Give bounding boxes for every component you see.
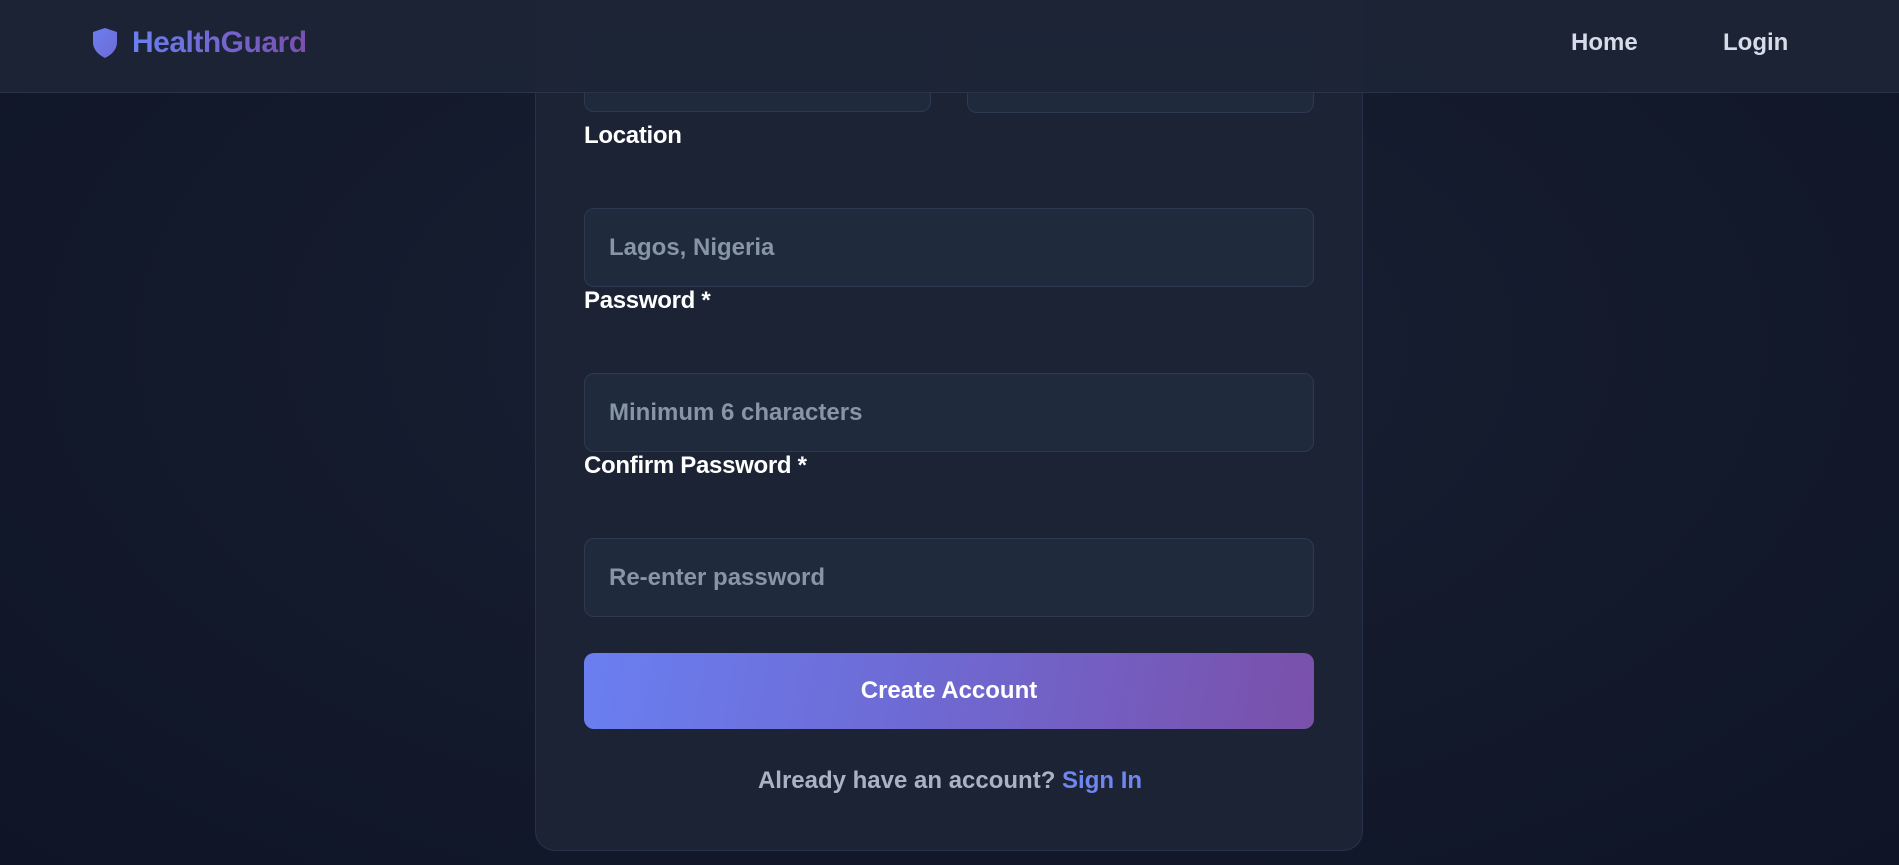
password-input[interactable]: Minimum 6 characters — [584, 373, 1314, 452]
register-card: Location Lagos, Nigeria Password * Minim… — [535, 0, 1363, 851]
signin-link[interactable]: Sign In — [1062, 767, 1142, 794]
signin-prompt-line: Already have an account? Sign In — [536, 767, 1364, 795]
signin-prompt-text: Already have an account? — [757, 767, 1056, 794]
location-label: Location — [584, 122, 682, 149]
nav-login-link[interactable]: Login — [1723, 29, 1788, 57]
create-account-button[interactable]: Create Account — [584, 653, 1314, 729]
brand-name: HealthGuard — [132, 26, 307, 59]
brand-logo[interactable]: HealthGuard — [92, 26, 307, 60]
confirm-password-input[interactable]: Re-enter password — [584, 538, 1314, 617]
shield-icon — [92, 27, 118, 59]
top-header: HealthGuard Home Login — [0, 0, 1899, 93]
confirm-password-label: Confirm Password * — [584, 452, 807, 479]
location-input[interactable]: Lagos, Nigeria — [584, 208, 1314, 287]
password-label: Password * — [584, 287, 711, 314]
nav-home-link[interactable]: Home — [1571, 29, 1638, 57]
